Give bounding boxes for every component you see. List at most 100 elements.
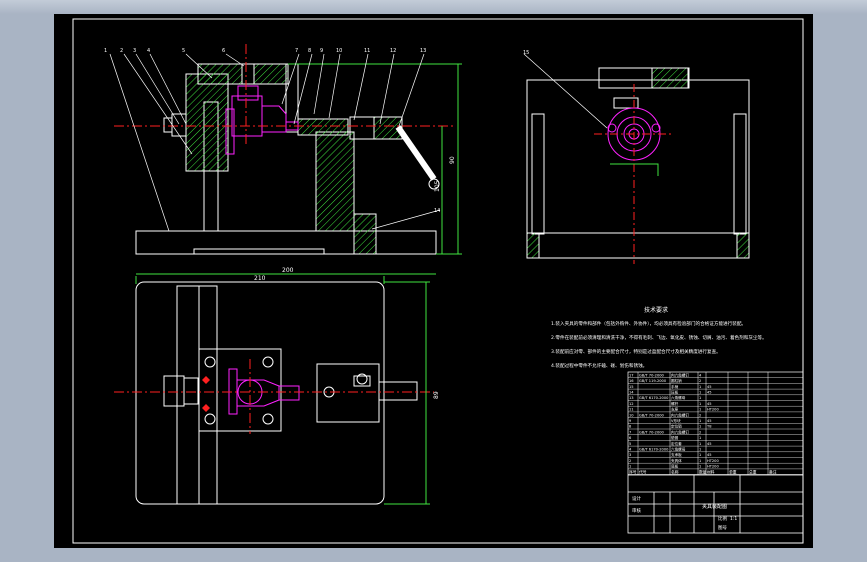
bom-cell: 1 [699,465,701,469]
bom-cell: 9 [629,419,632,423]
dimensions-front [136,63,462,275]
dim-height-a: 90 [449,156,456,164]
bom-header-cell: 备注 [769,469,777,474]
notes-title: 技术要求 [644,306,668,314]
bom-cell: 支承板 [671,452,682,457]
bom-cell: 1 [699,385,701,389]
bom-cell: 1 [699,425,701,429]
bom-cell: 45 [707,402,712,406]
svg-text:1: 1 [104,48,107,54]
bom-header-cell: 数量 [699,469,707,474]
bom-cell: HT200 [707,465,719,469]
pin-markers [202,376,210,412]
dim-width-top: 200 [282,267,294,274]
bom-cell: 2 [699,379,701,383]
bom-cell: 13 [629,396,634,400]
bom-cell: 45 [707,419,712,423]
dim-height-b: 105 [434,180,441,192]
bom-cell: 5 [629,442,631,446]
bom-cell: 定位销 [671,424,682,429]
bom-cell: 2 [699,413,701,417]
bom-cell: 压板 [671,390,679,395]
bom-cell: 10 [629,413,634,417]
bom-cell: 6 [629,436,632,440]
window-chrome [0,0,867,14]
front-view [135,63,440,255]
bom-header-cell: 代号 [639,469,647,474]
bom-cell: GB/T 6170-2000 [639,396,669,400]
bom-header-cell: 材料 [707,469,715,474]
svg-text:图号: 图号 [718,525,727,531]
bom-cell: GB/T 70-2000 [639,430,665,434]
svg-text:12: 12 [390,48,396,54]
bom-cell: 内六角螺钉 [671,372,689,377]
svg-text:夹具装配图: 夹具装配图 [702,503,727,510]
note-4: 4.装配过程中零件不允许磕、碰、划伤和锈蚀。 [551,362,647,369]
bom-cell: 六角螺母 [671,447,686,452]
note-1: 1.装入夹具的零件和部件（包括外购件、外协件），均必须具有检验部门的合格证方能进… [551,320,746,327]
bom-cell: 内六角螺钉 [671,412,689,417]
svg-text:11: 11 [364,48,370,54]
svg-text:7: 7 [295,48,298,54]
bom-cell: GB/T 6170-2000 [639,448,669,452]
side-view [526,67,750,259]
svg-text:8: 8 [308,48,311,54]
svg-text:5: 5 [182,48,185,54]
bom-cell: 45 [707,453,712,457]
bom-header-cell: 总重 [749,469,757,474]
bom-cell: 1 [699,396,701,400]
drawing-sheet: 90 105 200 1 2 3 4 5 6 7 8 9 10 11 12 13… [54,14,813,548]
svg-text:3: 3 [133,48,136,54]
bom-cell: 内六角螺钉 [671,429,689,434]
bom-cell: 3 [629,453,631,457]
bom-cell: HT200 [707,459,719,463]
bom-cell: 1 [699,448,701,452]
svg-text:6: 6 [222,48,225,54]
bom-cell: 1 [699,419,701,423]
bom-cell: 1 [699,453,701,457]
bom-cell: 4 [699,373,702,377]
bom-cell: 六角螺母 [671,395,686,400]
title-block-text: 夹具装配图 比例 1:1 图号 设计 审核 [632,495,737,531]
bom-cell: 底板 [671,464,679,469]
bom-cell: GB/T 70-2000 [639,373,665,377]
bom-cell: 1 [629,465,631,469]
bom-cell: 45 [707,391,712,395]
svg-text:4: 4 [147,48,150,54]
bom-cell: 17 [629,373,634,377]
bom-cell: GB/T 70-2000 [639,413,665,417]
svg-text:13: 13 [420,48,426,54]
bom-header-cell: 名称 [671,469,679,474]
svg-text:2: 2 [120,48,123,54]
bom-cell: 支座 [671,407,679,412]
bom-cell: 14 [629,391,634,395]
svg-text:比例: 比例 [718,515,727,522]
bom-cell: 垫圈 [671,435,679,440]
bom-cell: 1 [699,408,701,412]
bom-cell: 1 [699,436,701,440]
bom-table: 17 GB/T 70-2000 内六角螺钉 416 GB/T 119-2000 圆柱销 21… [627,371,804,475]
outer-frame [72,18,804,544]
top-view [135,281,418,505]
bom-cell: 夹具体 [671,458,682,463]
cad-drawing: 90 105 200 1 2 3 4 5 6 7 8 9 10 11 12 13… [72,18,804,544]
dim-width-bottom: 210 [254,275,266,282]
svg-text:14: 14 [434,208,440,214]
note-2: 2.零件在装配前必须清理和清洗干净，不得有毛刺、飞边、氧化皮、锈蚀、切屑、油污、… [551,334,767,341]
bom-header-cell: 序号 [629,469,637,474]
bom-cell: 45 [707,442,712,446]
dimensions-top [135,276,430,505]
bom-cell: 定位套 [671,441,682,446]
bom-cell: 2 [629,459,631,463]
bom-cell: 螺杆 [671,401,679,406]
svg-text:设计: 设计 [632,495,641,502]
bom-cell: 12 [629,402,634,406]
bom-cell: T8 [706,425,712,429]
bom-cell: 手柄 [671,384,679,389]
workpiece-front [225,85,299,155]
note-3: 3.装配前应对零、部件的主要配合尺寸，特别是过盈配合尺寸及相关精度进行复查。 [551,348,721,355]
bom-cell: GB/T 119-2000 [639,379,667,383]
bom-cell: 圆柱销 [671,378,682,383]
bom-cell: V形块 [671,418,681,423]
svg-text:10: 10 [336,48,342,54]
